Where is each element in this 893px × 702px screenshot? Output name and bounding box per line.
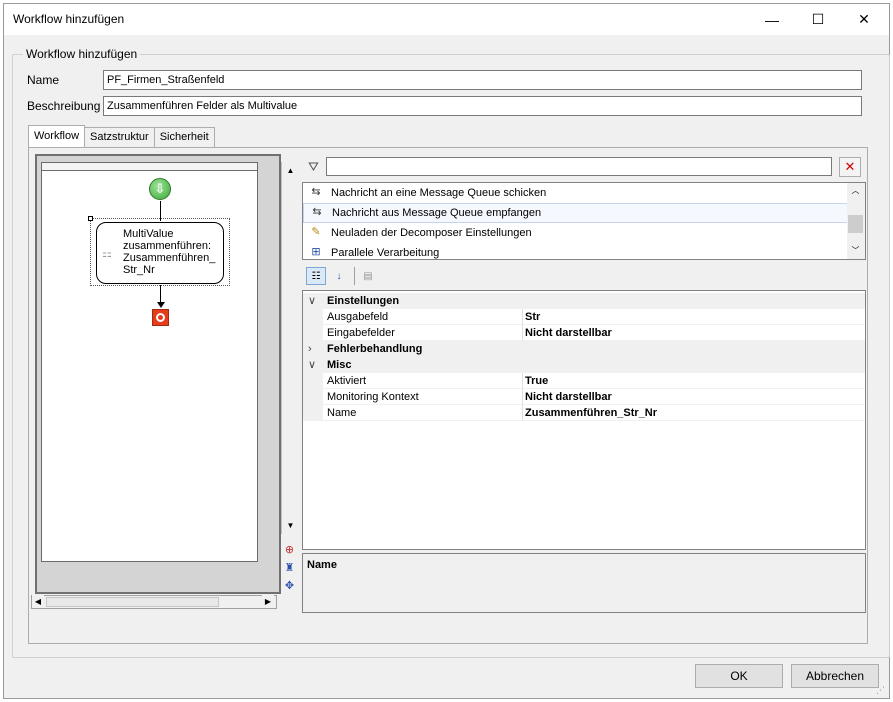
maximize-icon: ☐ — [811, 11, 825, 27]
designer-header — [42, 163, 257, 171]
category-misc[interactable]: ∨ Misc — [303, 357, 865, 373]
palette-item-label: Nachricht an eine Message Queue schicken — [331, 187, 547, 199]
queue-send-icon: ⇆ — [311, 186, 321, 198]
property-value[interactable]: Nicht darstellbar — [525, 325, 612, 341]
parallel-icon: ⊞ — [311, 246, 321, 258]
designer-vertical-scrollbar[interactable]: ▲ ▼ — [281, 162, 299, 534]
palette-item[interactable]: ⊞ Parallele Verarbeitung — [303, 243, 849, 259]
category-fehlerbehandlung[interactable]: › Fehlerbehandlung — [303, 341, 865, 357]
activity-palette: ⇆ Nachricht an eine Message Queue schick… — [302, 182, 866, 260]
hscroll-thumb[interactable] — [46, 597, 219, 607]
property-name: Name — [327, 405, 523, 421]
palette-scroll-thumb[interactable] — [848, 215, 863, 233]
zoom-icon[interactable]: ⊕ — [282, 542, 297, 557]
property-grid: ∨ Einstellungen Ausgabefeld Str Eingabef… — [302, 290, 866, 550]
chevron-up-icon[interactable]: ︿ — [847, 183, 864, 197]
filter-icon: ⛛ — [308, 159, 319, 174]
tab-strip: Workflow Satzstruktur Sicherheit — [28, 125, 215, 147]
workflow-tab-panel: ⇩ ⚏ MultiValue zusammenführen: Zusammenf… — [28, 147, 868, 644]
designer-canvas[interactable]: ⇩ ⚏ MultiValue zusammenführen: Zusammenf… — [41, 162, 258, 562]
minimize-button[interactable]: — — [749, 4, 795, 35]
property-row[interactable]: Name Zusammenführen_Str_Nr — [303, 405, 865, 421]
palette-item-selected[interactable]: ⇆ Nachricht aus Message Queue empfangen — [303, 203, 849, 223]
category-label: Fehlerbehandlung — [327, 343, 423, 355]
category-label: Einstellungen — [327, 295, 400, 307]
palette-item[interactable]: ⇆ Nachricht an eine Message Queue schick… — [303, 183, 849, 203]
property-row[interactable]: Ausgabefeld Str — [303, 309, 865, 325]
queue-receive-icon: ⇆ — [312, 206, 322, 218]
description-label: Beschreibung — [27, 99, 101, 113]
scroll-right-icon[interactable]: ▶ — [262, 594, 274, 608]
palette-filter-input[interactable] — [326, 157, 832, 176]
cancel-button[interactable]: Abbrechen — [791, 664, 879, 688]
stop-icon[interactable] — [152, 309, 169, 326]
tab-satzstruktur[interactable]: Satzstruktur — [84, 127, 155, 147]
scroll-down-icon[interactable]: ▼ — [282, 517, 299, 534]
clear-filter-button[interactable]: ✕ — [839, 157, 861, 177]
palette-item[interactable]: ✎ Neuladen der Decomposer Einstellungen — [303, 223, 849, 243]
designer-horizontal-scrollbar[interactable]: ◀ ▶ — [31, 594, 277, 609]
property-row[interactable]: Monitoring Kontext Nicht darstellbar — [303, 389, 865, 405]
property-name: Eingabefelder — [327, 325, 523, 341]
property-row[interactable]: Eingabefelder Nicht darstellbar — [303, 325, 865, 341]
close-icon: ✕ — [858, 11, 870, 27]
toolbar-separator — [354, 267, 355, 285]
maximize-button[interactable]: ☐ — [795, 4, 841, 35]
chevron-right-icon[interactable]: › — [308, 341, 320, 357]
activity-label: MultiValue zusammenführen: Zusammenführe… — [123, 228, 216, 276]
activity-icon: ⚏ — [102, 248, 112, 260]
property-description-panel: Name — [302, 553, 866, 613]
chevron-down-icon[interactable]: ∨ — [308, 293, 320, 309]
selection-handle[interactable] — [88, 216, 93, 221]
palette-item-label: Parallele Verarbeitung — [331, 247, 440, 259]
minimize-icon: — — [765, 11, 779, 28]
title-bar: Workflow hinzufügen — ☐ ✕ — [4, 4, 889, 35]
description-input[interactable]: Zusammenführen Felder als Multivalue — [103, 96, 862, 116]
description-title: Name — [307, 559, 337, 571]
multivalue-activity[interactable]: ⚏ MultiValue zusammenführen: Zusammenfüh… — [96, 222, 224, 284]
property-name: Monitoring Kontext — [327, 389, 523, 405]
property-value[interactable]: True — [525, 373, 548, 389]
groupbox-label: Workflow hinzufügen — [23, 47, 141, 61]
chevron-down-icon[interactable]: ﹀ — [847, 243, 864, 257]
property-row[interactable]: Aktiviert True — [303, 373, 865, 389]
categorized-icon[interactable]: ☷ — [306, 267, 326, 285]
palette-item-label: Nachricht aus Message Queue empfangen — [332, 207, 542, 219]
palette-scrollbar[interactable]: ︿ ﹀ — [847, 183, 865, 259]
property-value[interactable]: Nicht darstellbar — [525, 389, 612, 405]
window-title: Workflow hinzufügen — [13, 12, 125, 26]
reload-icon: ✎ — [311, 226, 321, 238]
property-name: Ausgabefeld — [327, 309, 523, 325]
scroll-left-icon[interactable]: ◀ — [32, 594, 44, 608]
scroll-up-icon[interactable]: ▲ — [282, 162, 299, 179]
start-node-icon[interactable]: ⇩ — [149, 178, 171, 200]
resize-grip-icon[interactable]: ⋰ — [876, 685, 886, 695]
palette-item-label: Neuladen der Decomposer Einstellungen — [331, 227, 532, 239]
close-button[interactable]: ✕ — [841, 4, 887, 35]
category-label: Misc — [327, 359, 352, 371]
name-label: Name — [27, 73, 60, 87]
ok-button[interactable]: OK — [695, 664, 783, 688]
find-icon[interactable]: ♜ — [282, 560, 297, 575]
property-value[interactable]: Str — [525, 309, 540, 325]
dialog-window: Workflow hinzufügen — ☐ ✕ Workflow hinzu… — [3, 3, 890, 699]
property-pages-icon[interactable]: ▤ — [358, 267, 378, 285]
property-name: Aktiviert — [327, 373, 523, 389]
connector-line — [160, 285, 161, 303]
property-toolbar: ☷ ↓ ▤ — [302, 264, 866, 288]
name-input[interactable]: PF_Firmen_Straßenfeld — [103, 70, 862, 90]
arrow-down-icon — [157, 302, 165, 308]
sort-alphabetical-icon[interactable]: ↓ — [329, 267, 349, 285]
clear-icon: ✕ — [844, 159, 856, 174]
property-value[interactable]: Zusammenführen_Str_Nr — [525, 405, 657, 421]
tab-workflow[interactable]: Workflow — [28, 125, 86, 147]
tab-sicherheit[interactable]: Sicherheit — [153, 127, 215, 147]
chevron-down-icon[interactable]: ∨ — [308, 357, 320, 373]
category-einstellungen[interactable]: ∨ Einstellungen — [303, 293, 865, 309]
workflow-designer[interactable]: ⇩ ⚏ MultiValue zusammenführen: Zusammenf… — [35, 154, 299, 594]
pan-icon[interactable]: ✥ — [282, 578, 297, 593]
